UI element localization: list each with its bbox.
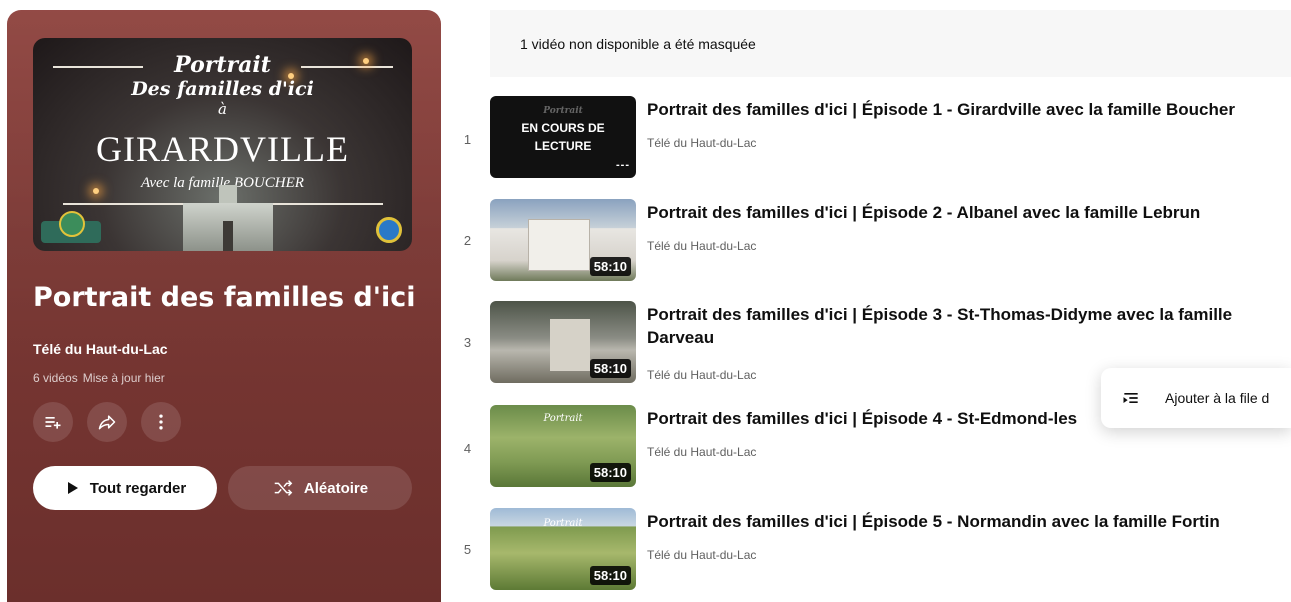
- playlist-thumbnail[interactable]: Portrait Des familles d'ici à GIRARDVILL…: [33, 38, 412, 251]
- video-thumbnail[interactable]: Portrait 58:10: [490, 508, 636, 590]
- church-image: [528, 219, 590, 271]
- thumbnail-text: Des familles d'ici: [131, 78, 314, 100]
- thumbnail-text: Portrait: [543, 413, 583, 424]
- video-duration: 58:10: [589, 359, 631, 378]
- hidden-videos-notice: 1 vidéo non disponible a été masquée: [490, 10, 1291, 77]
- video-duration: 58:10: [589, 257, 631, 276]
- video-channel[interactable]: Télé du Haut-du-Lac: [647, 445, 756, 459]
- video-channel[interactable]: Télé du Haut-du-Lac: [647, 136, 756, 150]
- church-image: [550, 319, 590, 371]
- thumbnail-text: Portrait: [543, 106, 583, 116]
- more-actions-button[interactable]: [141, 402, 181, 442]
- notice-text: 1 vidéo non disponible a été masquée: [520, 35, 756, 52]
- thumbnail-text: à: [218, 100, 227, 118]
- share-button[interactable]: [87, 402, 127, 442]
- more-vert-icon: [159, 414, 163, 430]
- playlist-add-icon: [45, 417, 61, 429]
- page: Portrait Des familles d'ici à GIRARDVILL…: [0, 0, 1291, 602]
- video-index: 2: [463, 233, 472, 248]
- video-duration: 58:10: [589, 463, 631, 482]
- church-image: [183, 185, 273, 251]
- video-title[interactable]: Portrait des familles d'ici | Épisode 4 …: [647, 407, 1097, 430]
- play-icon: [67, 482, 78, 494]
- video-index: 4: [463, 441, 472, 456]
- play-all-label: Tout regarder: [89, 479, 187, 497]
- video-thumbnail[interactable]: 58:10: [490, 199, 636, 281]
- shuffle-button[interactable]: Aléatoire: [228, 466, 412, 510]
- video-title[interactable]: Portrait des familles d'ici | Épisode 1 …: [647, 98, 1287, 121]
- playlist-title: Portrait des familles d'ici: [33, 282, 416, 313]
- video-title[interactable]: Portrait des familles d'ici | Épisode 3 …: [647, 303, 1287, 349]
- video-thumbnail[interactable]: 58:10: [490, 301, 636, 383]
- tv-logo: [376, 217, 402, 243]
- share-icon: [98, 415, 116, 430]
- video-channel[interactable]: Télé du Haut-du-Lac: [647, 239, 756, 253]
- playlist-header-panel: Portrait Des familles d'ici à GIRARDVILL…: [7, 10, 441, 602]
- add-to-queue-icon: [1123, 393, 1138, 403]
- playlist-video-row[interactable]: 5 Portrait 58:10 Portrait des familles d…: [455, 508, 1291, 600]
- add-to-queue-menu-item[interactable]: Ajouter à la file d: [1101, 368, 1291, 428]
- now-playing-indicator: ---: [616, 159, 630, 171]
- shuffle-icon: [274, 480, 293, 496]
- save-playlist-button[interactable]: [33, 402, 73, 442]
- video-channel[interactable]: Télé du Haut-du-Lac: [647, 548, 756, 562]
- video-thumbnail[interactable]: Portrait EN COURS DE LECTURE ---: [490, 96, 636, 178]
- girardville-logo: [41, 211, 101, 243]
- video-duration: 58:10: [589, 566, 631, 585]
- video-thumbnail[interactable]: Portrait 58:10: [490, 405, 636, 487]
- thumbnail-text: Portrait: [174, 52, 271, 78]
- video-index: 1: [463, 132, 472, 147]
- playlist-video-row[interactable]: 1 Portrait EN COURS DE LECTURE --- Portr…: [455, 96, 1291, 188]
- add-to-queue-label: Ajouter à la file d: [1165, 390, 1270, 406]
- playlist-video-row[interactable]: 2 58:10 Portrait des familles d'ici | Ép…: [455, 199, 1291, 291]
- now-playing-label: EN COURS DE LECTURE: [521, 121, 605, 153]
- channel-name[interactable]: Télé du Haut-du-Lac: [33, 341, 168, 357]
- thumbnail-text: Portrait: [543, 518, 583, 529]
- shuffle-label: Aléatoire: [303, 479, 369, 497]
- video-index: 5: [463, 542, 472, 557]
- video-channel[interactable]: Télé du Haut-du-Lac: [647, 368, 756, 382]
- video-title[interactable]: Portrait des familles d'ici | Épisode 5 …: [647, 510, 1287, 533]
- playlist-meta: 6 vidéos Mise à jour hier: [33, 371, 165, 385]
- thumbnail-text: GIRARDVILLE: [96, 129, 349, 169]
- play-all-button[interactable]: Tout regarder: [33, 466, 217, 510]
- video-count: 6 vidéos: [33, 371, 78, 385]
- updated-date: Mise à jour hier: [82, 371, 165, 385]
- video-title[interactable]: Portrait des familles d'ici | Épisode 2 …: [647, 201, 1287, 224]
- video-index: 3: [463, 335, 472, 350]
